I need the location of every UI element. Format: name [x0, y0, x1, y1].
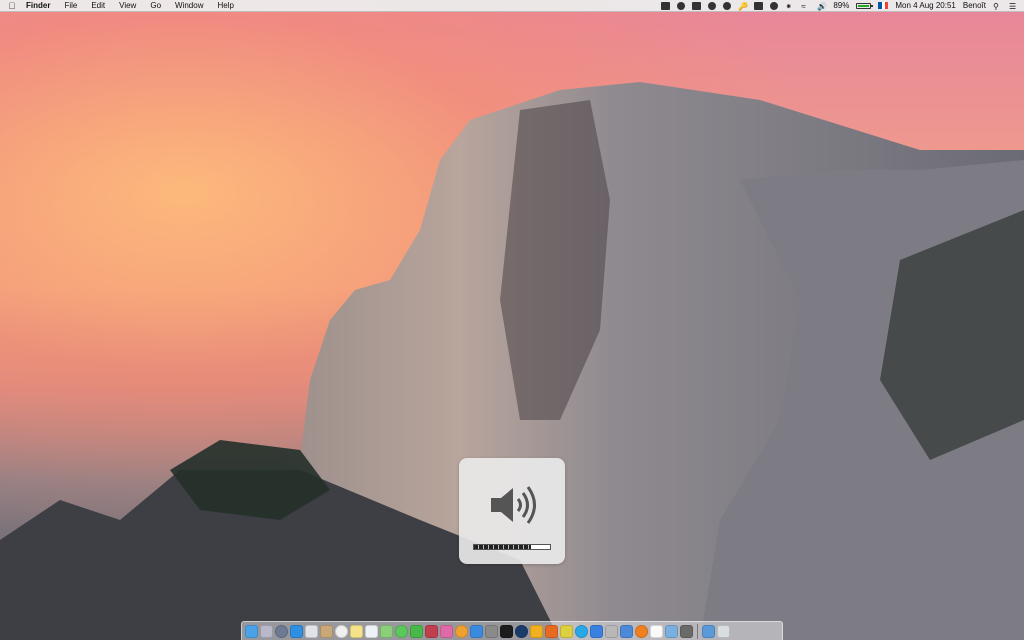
app-store-icon[interactable] [470, 624, 483, 638]
speaker-volume-icon [491, 486, 536, 524]
messages-icon[interactable] [395, 624, 408, 638]
menu-bar:  Finder File Edit View Go Window Help 🔑… [0, 0, 1024, 12]
notes-icon[interactable] [350, 624, 363, 638]
menu-view[interactable]: View [119, 1, 136, 10]
wifi-icon[interactable]: ≈ [801, 2, 810, 11]
notification-center-icon[interactable]: ☰ [1009, 2, 1018, 11]
bluetooth-icon[interactable]: ⁕ [785, 2, 794, 11]
terminal-icon[interactable] [500, 624, 513, 638]
dock-separator [697, 623, 698, 639]
menu-window[interactable]: Window [175, 1, 203, 10]
downloads-stack-icon[interactable] [702, 624, 715, 638]
input-source-flag-icon[interactable] [878, 2, 889, 9]
apple-icon[interactable]:  [6, 1, 18, 11]
mail-icon[interactable] [305, 624, 318, 638]
vlc-icon[interactable] [635, 624, 648, 638]
sketch-icon[interactable] [530, 624, 543, 638]
activity-monitor-icon[interactable] [680, 624, 693, 638]
facetime-icon[interactable] [410, 624, 423, 638]
dock-apps [245, 624, 693, 638]
preview-icon[interactable] [665, 624, 678, 638]
firefox-icon[interactable] [545, 624, 558, 638]
ibooks-icon[interactable] [455, 624, 468, 638]
status-eye-icon[interactable] [723, 1, 732, 10]
launchpad-icon[interactable] [260, 624, 273, 638]
status-sync-icon[interactable] [692, 1, 702, 10]
itunes-icon[interactable] [440, 624, 453, 638]
menubar-clock[interactable]: Mon 4 Aug 20:51 [895, 1, 956, 10]
finder-icon[interactable] [245, 624, 258, 638]
xcode-icon[interactable] [620, 624, 633, 638]
battery-icon[interactable] [856, 2, 874, 9]
volume-level-bar [473, 544, 551, 550]
battery-level [858, 4, 870, 7]
dropbox-icon[interactable] [590, 624, 603, 638]
maps-icon[interactable] [380, 624, 393, 638]
status-hat-icon[interactable] [708, 1, 717, 10]
status-app-icon[interactable] [661, 1, 671, 10]
volume-hud [459, 458, 565, 564]
chrome-icon[interactable] [560, 624, 573, 638]
menu-go[interactable]: Go [150, 1, 161, 10]
contacts-icon[interactable] [320, 624, 333, 638]
photo-booth-icon[interactable] [425, 624, 438, 638]
menu-edit[interactable]: Edit [91, 1, 105, 10]
menubar-user[interactable]: Benoît [963, 1, 986, 10]
menu-app-finder[interactable]: Finder [26, 1, 50, 10]
volume-level-ticks [474, 545, 550, 549]
reminders-icon[interactable] [365, 624, 378, 638]
airplay-icon[interactable] [754, 1, 764, 10]
trash-icon[interactable] [717, 624, 730, 638]
spotlight-search-icon[interactable]: ⚲ [993, 2, 1002, 11]
skype-icon[interactable] [575, 624, 588, 638]
safari-icon[interactable] [290, 624, 303, 638]
system-preferences-icon[interactable] [485, 624, 498, 638]
menu-file[interactable]: File [64, 1, 77, 10]
transmission-icon[interactable] [605, 624, 618, 638]
menu-help[interactable]: Help [217, 1, 233, 10]
battery-percent: 89% [833, 1, 850, 10]
mission-control-icon[interactable] [275, 624, 288, 638]
calendar-icon[interactable] [335, 624, 348, 638]
textedit-icon[interactable] [650, 624, 663, 638]
dock [241, 621, 783, 640]
status-cloud-icon[interactable] [677, 1, 686, 10]
volume-icon[interactable]: 🔊 [817, 2, 827, 11]
photoshop-icon[interactable] [515, 624, 528, 638]
status-key-icon[interactable]: 🔑 [738, 2, 748, 11]
time-machine-icon[interactable] [770, 1, 779, 10]
